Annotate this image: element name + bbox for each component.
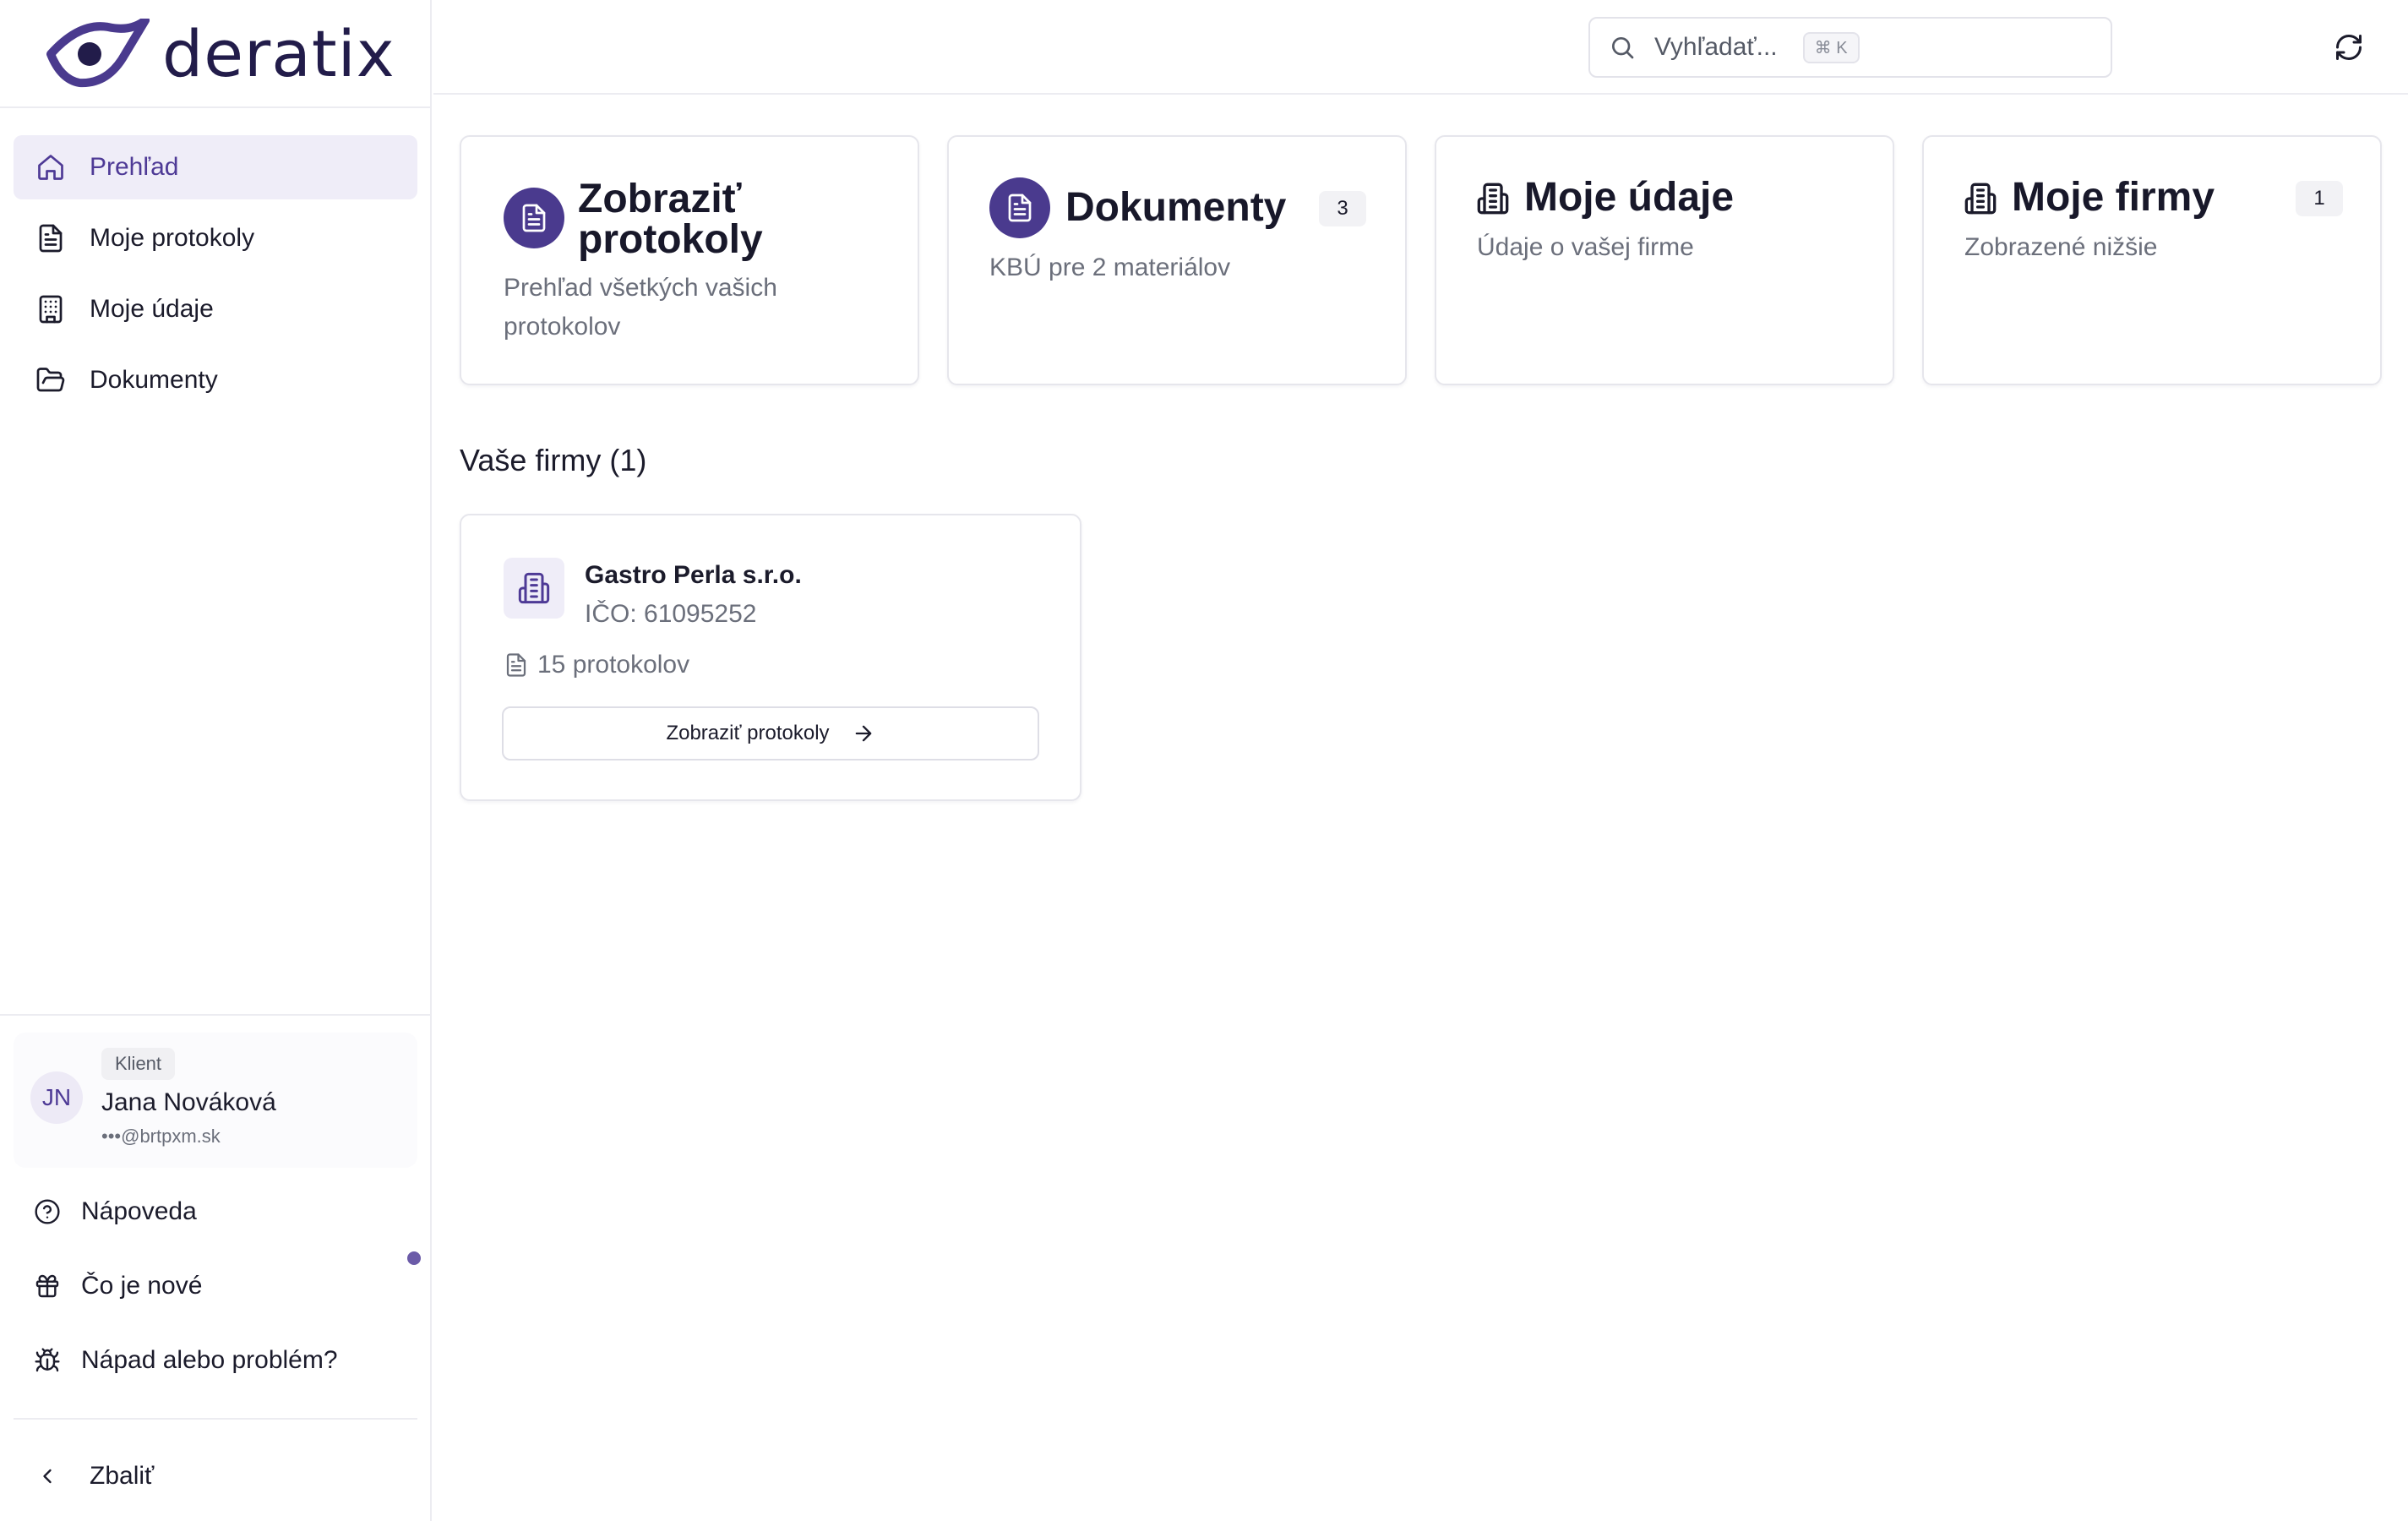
refresh-icon [2334,32,2364,63]
feedback-label: Nápad alebo problém? [81,1346,338,1374]
card-title: protokoly [578,217,763,262]
refresh-button[interactable] [2330,29,2367,66]
building-icon [504,558,564,619]
notification-dot [407,1251,421,1265]
building-icon [34,292,68,326]
collapse-label: Zbaliť [90,1462,155,1490]
brand-name: deratix [162,16,395,91]
search-icon [1609,34,1636,61]
card-subtitle: Prehľad všetkých vašich protokolov [504,274,777,341]
help-link[interactable]: Nápoveda [14,1181,417,1242]
firm-card: Gastro Perla s.r.o. IČO: 61095252 15 pro… [460,514,1081,801]
card-title: Moje údaje [1524,175,1735,220]
firm-ico-number: IČO: 61095252 [585,600,757,628]
gift-icon [32,1271,63,1301]
bug-icon [32,1345,63,1376]
arrow-right-icon [852,722,875,745]
button-label: Zobraziť protokoly [666,722,830,744]
card-moje-firmy[interactable]: Moje firmy 1 Zobrazené nižšie [1922,135,2382,385]
building-icon [1963,181,1998,216]
file-text-icon [504,188,564,248]
card-subtitle: Zobrazené nižšie [1964,233,2158,261]
show-protocols-button[interactable]: Zobraziť protokoly [502,706,1039,760]
brand-logo[interactable]: deratix [46,19,395,90]
sidebar-item-label: Dokumenty [90,366,218,394]
card-title: Dokumenty [1065,185,1287,230]
collapse-button[interactable]: Zbaliť [14,1446,417,1507]
card-moje-udaje[interactable]: Moje údaje Údaje o vašej firme [1435,135,1894,385]
firm-name: Gastro Perla s.r.o. [585,561,802,589]
search-placeholder: Vyhľadať... [1654,33,1778,61]
sidebar-item-label: Moje protokoly [90,224,255,252]
protocol-count-label: 15 protokolov [537,651,690,679]
role-badge: Klient [101,1048,176,1080]
sidebar-nav: Prehľad Moje protokoly Moje údaje Dokume… [14,135,417,419]
file-text-icon [504,652,529,678]
card-dokumenty[interactable]: Dokumenty 3 KBÚ pre 2 materiálov [947,135,1407,385]
divider [14,1418,417,1420]
user-name: Jana Nováková [101,1088,276,1116]
home-icon [34,150,68,184]
card-title: Zobraziť [578,177,742,221]
whats-new-label: Čo je nové [81,1272,203,1300]
file-text-icon [34,221,68,255]
search-button[interactable]: Vyhľadať... ⌘ K [1588,17,2112,78]
card-zobrazit-protokoly[interactable]: Zobraziť protokoly Prehľad všetkých vaši… [460,135,919,385]
keyboard-shortcut: ⌘ K [1802,31,1860,63]
help-label: Nápoveda [81,1197,197,1225]
chevron-left-icon [32,1461,63,1491]
sidebar-item-label: Prehľad [90,153,179,181]
card-title: Moje firmy [2012,175,2215,220]
file-text-icon [989,177,1050,238]
section-title: Vaše firmy (1) [460,443,647,477]
count-badge: 3 [1319,191,1366,226]
card-subtitle: Údaje o vašej firme [1477,233,1694,261]
sidebar-item-dokumenty[interactable]: Dokumenty [14,348,417,412]
sidebar-item-label: Moje údaje [90,295,214,323]
user-card[interactable]: JN Klient Jana Nováková •••@brtpxm.sk [14,1033,417,1168]
folder-open-icon [34,363,68,397]
eye-logo-icon [46,19,150,88]
sidebar: deratix Prehľad Moje protokoly Moje údaj… [0,0,432,1521]
firm-protocol-count: 15 protokolov [504,651,689,679]
user-email: •••@brtpxm.sk [101,1126,221,1147]
feedback-link[interactable]: Nápad alebo problém? [14,1330,417,1391]
sidebar-item-moje-udaje[interactable]: Moje údaje [14,277,417,341]
sidebar-item-prehlad[interactable]: Prehľad [14,135,417,199]
whats-new-link[interactable]: Čo je nové [14,1256,417,1317]
sidebar-item-moje-protokoly[interactable]: Moje protokoly [14,206,417,270]
count-badge: 1 [2296,181,2343,216]
card-subtitle: KBÚ pre 2 materiálov [989,254,1231,281]
avatar: JN [30,1071,83,1124]
building-icon [1475,181,1511,216]
divider [0,1014,432,1016]
divider [0,106,432,108]
help-circle-icon [32,1197,63,1227]
